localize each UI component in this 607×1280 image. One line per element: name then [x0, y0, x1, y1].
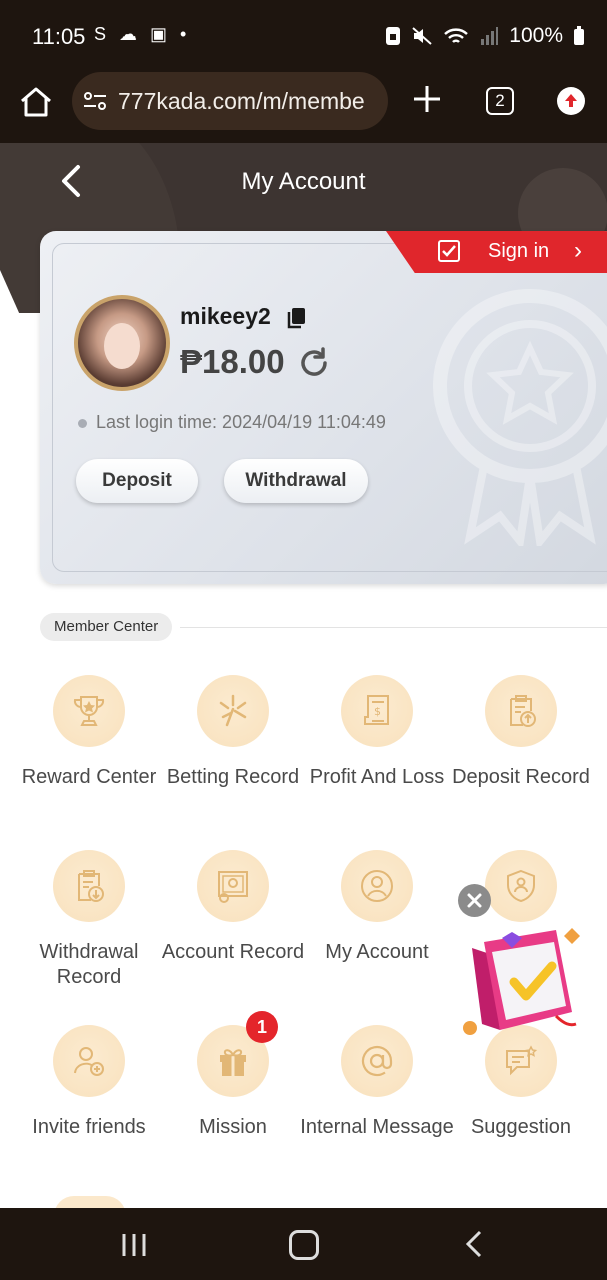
icon-circle [485, 850, 557, 922]
menu-item-label: Reward Center [21, 766, 157, 788]
menu-item-label: Mission [199, 1116, 267, 1138]
balance: ₱18.00 [180, 343, 285, 380]
sign-in-button[interactable]: Sign in › [386, 231, 607, 273]
status-right: 100% [385, 24, 585, 48]
withdrawal-record-item[interactable]: Withdrawal Record [17, 850, 161, 1000]
icon-circle [485, 675, 557, 747]
icon-circle [197, 675, 269, 747]
home-nav-icon[interactable] [289, 1230, 319, 1260]
url-text[interactable]: 777kada.com/m/membe [118, 88, 380, 115]
menu-item-label: Betting Record [166, 766, 300, 788]
recent-apps-icon[interactable] [120, 1232, 148, 1258]
mission-badge: 1 [246, 1011, 278, 1043]
close-icon[interactable] [458, 884, 491, 917]
signal-icon [481, 27, 499, 45]
menu-item-label: Deposit Record [452, 766, 590, 788]
mission-item[interactable]: Mission [161, 1025, 305, 1175]
status-bar: 11:05 S ☁ ▣ • 100% [0, 0, 607, 70]
section-divider [180, 627, 607, 628]
menu-item-label: Profit And Loss [309, 766, 445, 788]
copy-icon[interactable] [286, 307, 306, 329]
notification-icons: S ☁ ▣ • [94, 24, 191, 44]
medal-watermark-icon [433, 289, 607, 546]
svg-text:$: $ [374, 705, 381, 718]
battery-icon [574, 26, 584, 45]
wifi-icon [444, 28, 469, 43]
username: mikeey2 [180, 303, 271, 329]
bullet-dot [78, 419, 87, 428]
tab-switcher-button[interactable]: 2 [486, 87, 514, 115]
at-icon [361, 1045, 393, 1077]
clipboard-upload-icon [510, 695, 536, 727]
icon-circle [53, 850, 125, 922]
last-login-time: Last login time: 2024/04/19 11:04:49 [96, 412, 386, 432]
checkbox-icon [438, 240, 460, 262]
my-account-item[interactable]: My Account [305, 850, 449, 1000]
new-tab-icon[interactable] [410, 82, 444, 116]
chevron-right-icon: › [574, 237, 582, 264]
deposit-button[interactable]: Deposit [76, 459, 198, 503]
betting-record-item[interactable]: Betting Record [161, 675, 305, 825]
user-icon [361, 870, 393, 902]
page-title: My Account [241, 168, 366, 195]
refresh-icon[interactable] [298, 347, 330, 379]
add-user-icon [74, 1047, 104, 1076]
avatar[interactable] [74, 295, 170, 391]
sim-lock-icon [386, 27, 401, 45]
profit-and-loss-item[interactable]: $ Profit And Loss [305, 675, 449, 825]
url-bar[interactable]: 777kada.com/m/membe [72, 72, 388, 130]
menu-item-label: Account Record [161, 941, 305, 963]
home-icon[interactable] [18, 84, 54, 120]
status-time: 11:05 [32, 24, 86, 49]
menu-item-label: My Account [325, 941, 429, 963]
menu-item-label: Withdrawal Record [39, 941, 139, 988]
deposit-record-item[interactable]: Deposit Record [449, 675, 593, 825]
icon-circle [341, 850, 413, 922]
withdrawal-button[interactable]: Withdrawal [224, 459, 368, 503]
invoice-icon: $ [364, 695, 389, 725]
certificate-icon [218, 871, 248, 903]
invite-friends-item[interactable]: Invite friends [17, 1025, 161, 1175]
member-center-label: Member Center [40, 613, 173, 641]
battery-percent: 100% [509, 24, 563, 47]
browser-toolbar: 777kada.com/m/membe 2 [0, 70, 607, 143]
menu-item-label: Suggestion [470, 1116, 572, 1138]
internal-message-item[interactable]: Internal Message [300, 1025, 454, 1175]
menu-item-label: Invite friends [32, 1116, 146, 1138]
avatar-face [104, 323, 140, 369]
suggestion-item[interactable]: Suggestion [449, 1025, 593, 1175]
trophy-icon [73, 696, 105, 726]
clipboard-download-icon [78, 870, 104, 902]
sparkle-icon [219, 694, 247, 727]
icon-circle: $ [341, 675, 413, 747]
back-nav-icon[interactable] [462, 1228, 486, 1260]
icon-circle [53, 675, 125, 747]
update-icon[interactable] [557, 87, 585, 115]
chat-icon [506, 1045, 538, 1076]
reward-center-item[interactable]: Reward Center [17, 675, 161, 825]
system-nav-bar [0, 1208, 607, 1280]
icon-circle [197, 850, 269, 922]
shield-user-icon [507, 869, 535, 903]
icon-circle [341, 1025, 413, 1097]
gift-icon [220, 1049, 246, 1076]
account-card: Sign in › mikeey2 ₱18.00 Last login time… [40, 231, 607, 584]
sign-in-label: Sign in [488, 240, 550, 262]
site-settings-icon[interactable] [82, 88, 108, 114]
promo-calendar-icon[interactable] [460, 920, 590, 1040]
icon-circle [53, 1025, 125, 1097]
menu-item-label: Internal Message [300, 1116, 454, 1138]
mute-icon [412, 27, 432, 45]
account-record-item[interactable]: Account Record [161, 850, 305, 1000]
